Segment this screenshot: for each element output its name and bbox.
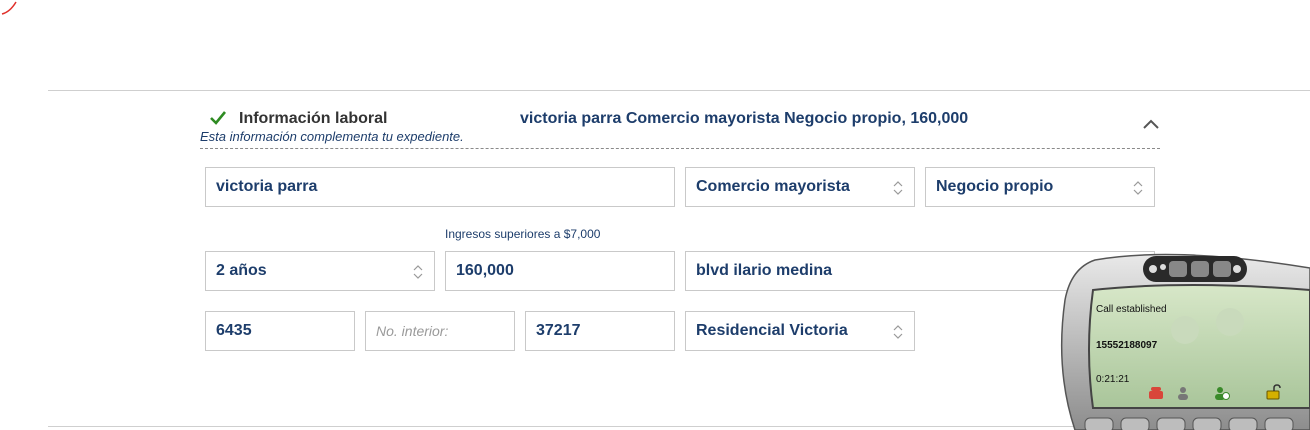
top-divider bbox=[48, 90, 1310, 91]
section-summary: victoria parra Comercio mayorista Negoci… bbox=[520, 110, 969, 127]
industry-value: Comercio mayorista bbox=[696, 178, 850, 195]
unlock-icon[interactable] bbox=[1266, 384, 1282, 400]
select-arrows-icon bbox=[1133, 181, 1143, 195]
income-value: 160,000 bbox=[456, 262, 514, 279]
corner-mark bbox=[1, 1, 17, 15]
select-arrows-icon bbox=[413, 265, 423, 279]
company-name-input[interactable]: victoria parra bbox=[205, 167, 675, 207]
softphone-body bbox=[1060, 253, 1310, 430]
section-divider bbox=[200, 148, 1160, 149]
zip-code-input[interactable]: 37217 bbox=[525, 311, 675, 351]
add-contact-icon[interactable] bbox=[1214, 386, 1230, 400]
employment-type-select[interactable]: Negocio propio bbox=[925, 167, 1155, 207]
income-input[interactable]: 160,000 bbox=[445, 251, 675, 291]
call-timer: 0:21:21 bbox=[1096, 374, 1130, 385]
softphone-widget[interactable]: Call established 15552188097 0:21:21 bbox=[1055, 250, 1310, 430]
street-value: blvd ilario medina bbox=[696, 262, 833, 279]
income-hint: Ingresos superiores a $7,000 bbox=[445, 227, 601, 241]
call-number: 15552188097 bbox=[1096, 340, 1158, 351]
call-status: Call established bbox=[1096, 304, 1167, 315]
hangup-icon[interactable] bbox=[1148, 386, 1164, 400]
select-arrows-icon bbox=[893, 325, 903, 339]
section-subtitle: Esta información complementa tu expedien… bbox=[200, 129, 464, 144]
industry-select[interactable]: Comercio mayorista bbox=[685, 167, 915, 207]
seniority-select[interactable]: 2 años bbox=[205, 251, 435, 291]
ext-number-value: 6435 bbox=[216, 322, 252, 339]
select-arrows-icon bbox=[893, 181, 903, 195]
int-number-input[interactable]: No. interior: bbox=[365, 311, 515, 351]
section-title: Información laboral bbox=[239, 110, 388, 127]
zip-code-value: 37217 bbox=[536, 322, 581, 339]
employment-type-value: Negocio propio bbox=[936, 178, 1054, 195]
check-icon bbox=[210, 111, 227, 125]
ext-number-input[interactable]: 6435 bbox=[205, 311, 355, 351]
neighborhood-value: Residencial Victoria bbox=[696, 322, 848, 339]
seniority-value: 2 años bbox=[216, 262, 267, 279]
contact-icon[interactable] bbox=[1176, 386, 1190, 400]
chevron-up-icon[interactable] bbox=[1140, 116, 1162, 132]
company-name-value: victoria parra bbox=[216, 178, 318, 195]
int-number-placeholder: No. interior: bbox=[376, 323, 449, 339]
neighborhood-select[interactable]: Residencial Victoria bbox=[685, 311, 915, 351]
